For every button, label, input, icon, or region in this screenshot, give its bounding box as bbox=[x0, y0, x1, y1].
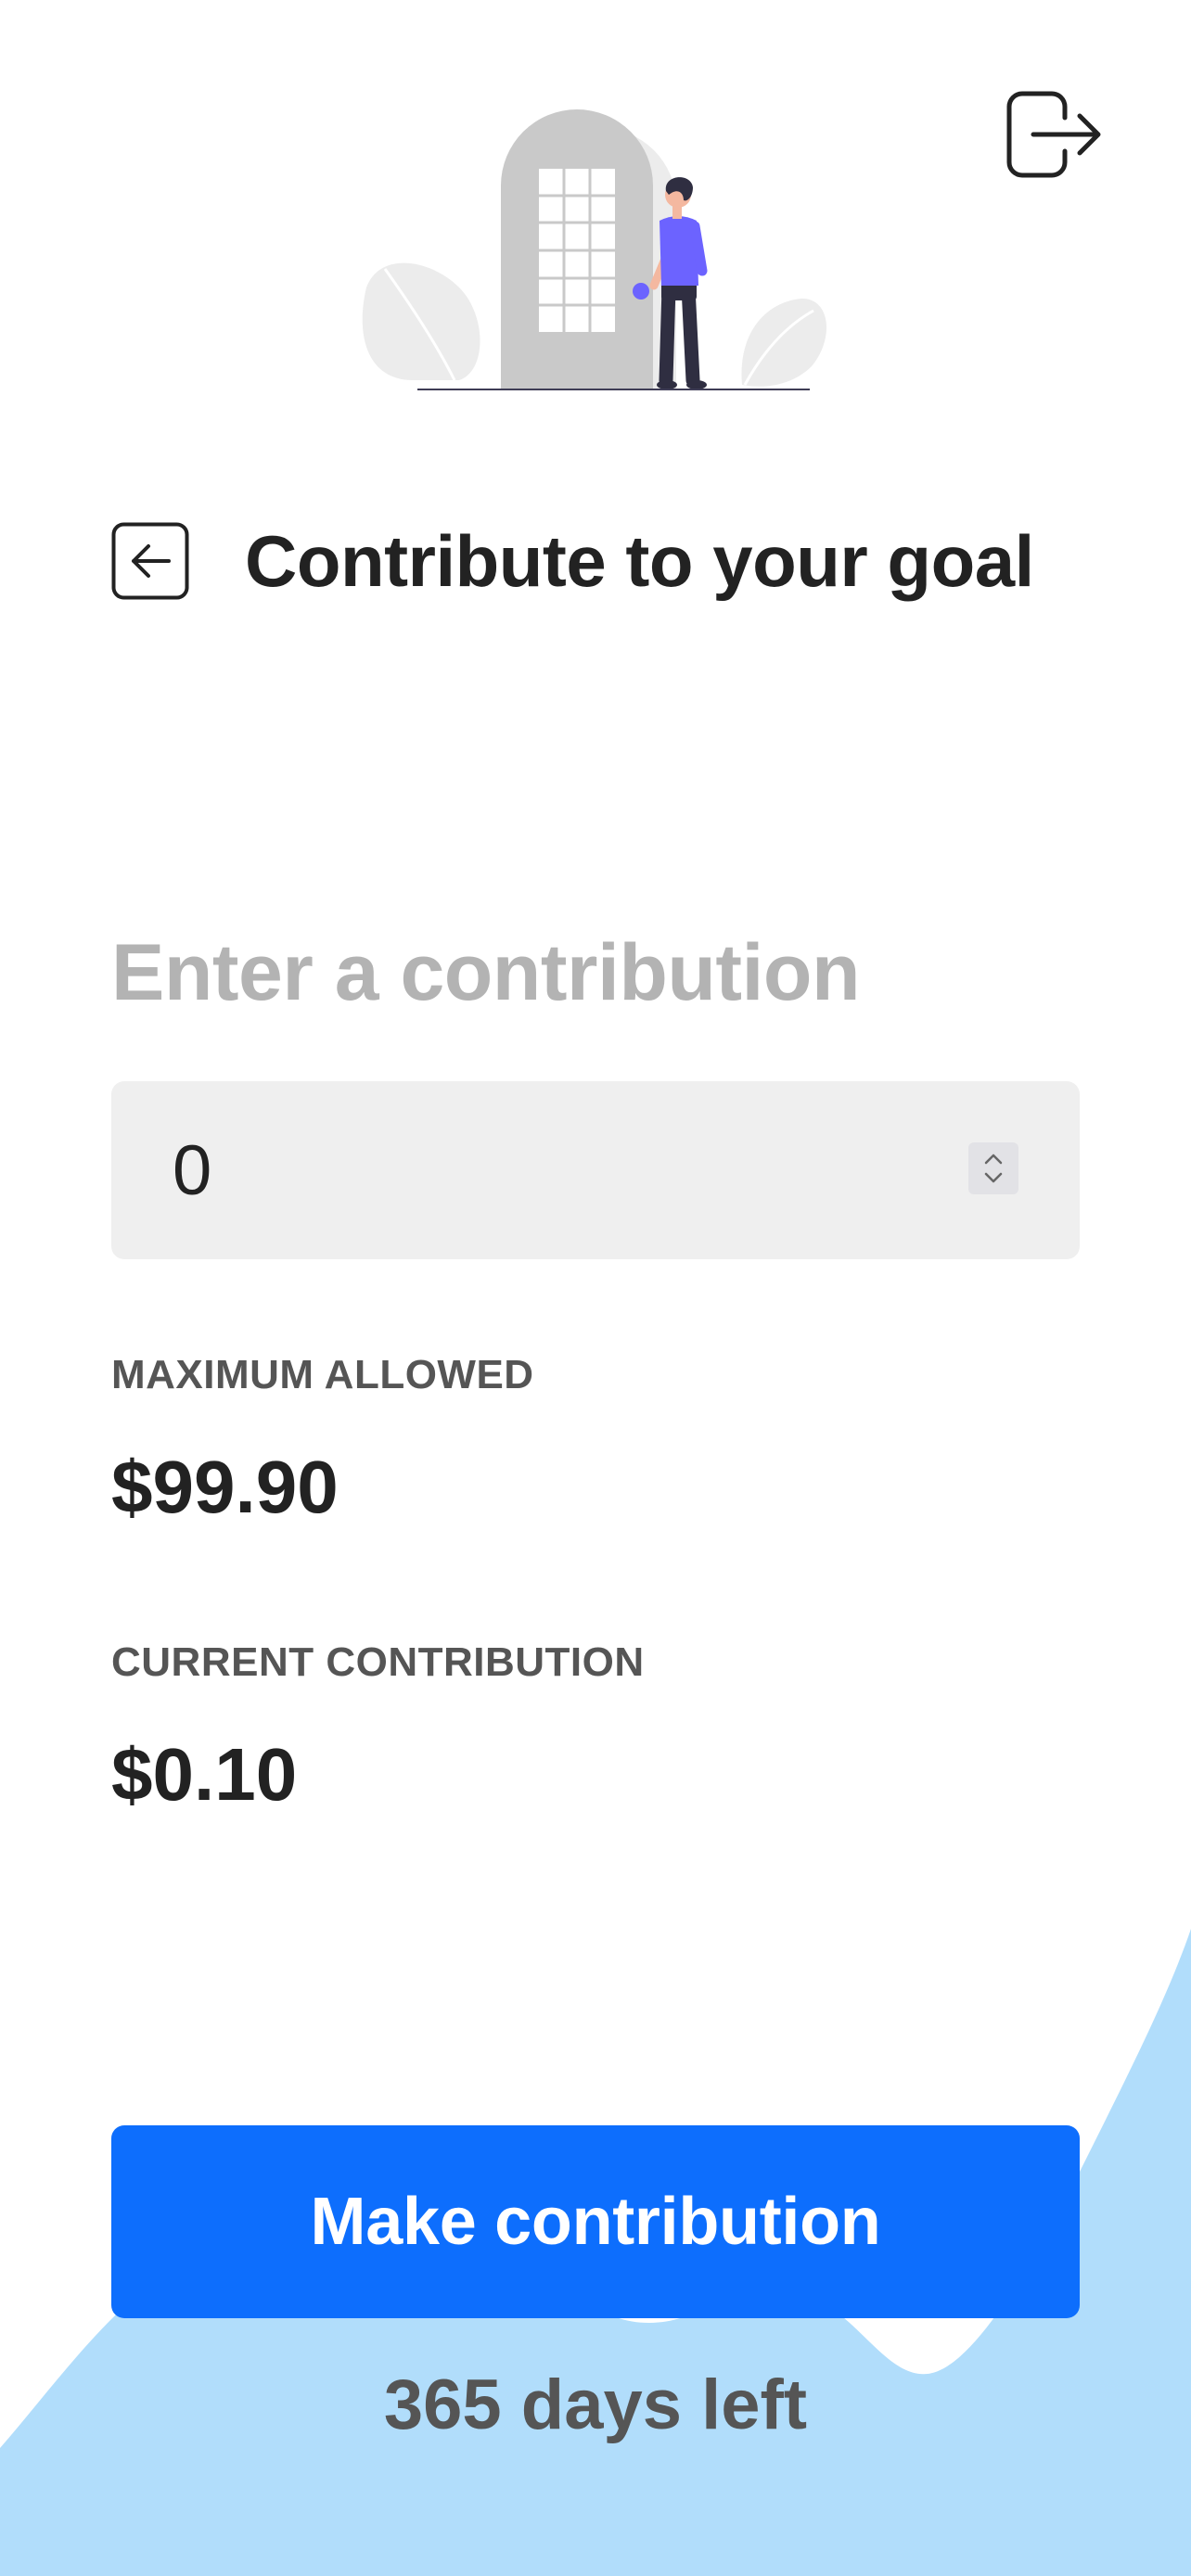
maximum-allowed-value: $99.90 bbox=[111, 1446, 339, 1528]
contribution-heading: Enter a contribution bbox=[111, 928, 861, 1017]
chevron-up-icon[interactable] bbox=[983, 1153, 1004, 1166]
page-header: Contribute to your goal bbox=[111, 519, 1095, 603]
current-contribution-value: $0.10 bbox=[111, 1733, 298, 1816]
page-title: Contribute to your goal bbox=[245, 519, 1034, 602]
logout-icon[interactable] bbox=[1002, 88, 1104, 181]
make-contribution-button[interactable]: Make contribution bbox=[111, 2125, 1080, 2318]
maximum-allowed-label: MAXIMUM ALLOWED bbox=[111, 1352, 534, 1397]
days-left-text: 365 days left bbox=[383, 2366, 808, 2444]
contribution-field bbox=[111, 1081, 1080, 1259]
number-stepper[interactable] bbox=[968, 1142, 1018, 1194]
contribution-input[interactable] bbox=[171, 1081, 915, 1259]
current-contribution-label: CURRENT CONTRIBUTION bbox=[111, 1639, 645, 1685]
back-arrow-icon[interactable] bbox=[111, 522, 189, 600]
person-at-door-illustration bbox=[362, 109, 827, 390]
chevron-down-icon[interactable] bbox=[983, 1171, 1004, 1184]
